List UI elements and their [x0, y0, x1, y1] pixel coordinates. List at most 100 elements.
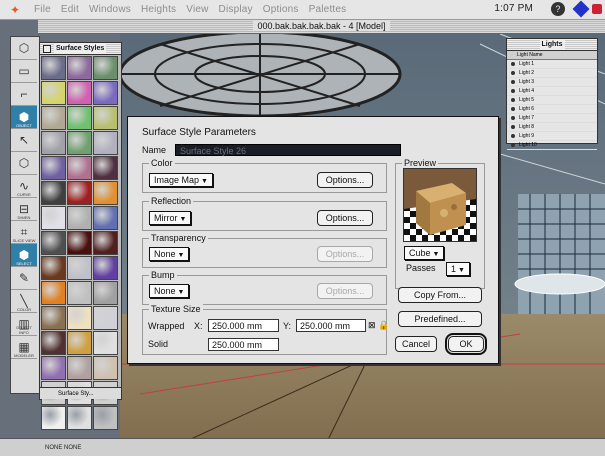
surface-swatch[interactable]: [41, 256, 66, 280]
solid-input[interactable]: 250.000 mm: [208, 338, 279, 351]
copy-from-button[interactable]: Copy From...: [398, 287, 482, 303]
reflection-options-button[interactable]: Options...: [317, 210, 373, 226]
close-box-icon[interactable]: [43, 44, 51, 53]
surface-swatch[interactable]: [41, 131, 66, 155]
surface-styles-titlebar[interactable]: Surface Styles: [40, 43, 121, 55]
surface-swatch[interactable]: [93, 56, 118, 80]
surface-swatch[interactable]: [41, 231, 66, 255]
bump-options-button[interactable]: Options...: [317, 283, 373, 299]
light-item[interactable]: Light 2: [507, 69, 597, 78]
surface-swatch[interactable]: [41, 306, 66, 330]
reflection-type-popup[interactable]: Mirror ▼: [149, 211, 192, 225]
surface-swatch[interactable]: [93, 256, 118, 280]
ok-button[interactable]: OK: [448, 336, 484, 352]
surface-swatch[interactable]: [67, 281, 92, 305]
curve-tool-icon[interactable]: ∿ CURVE: [11, 175, 37, 198]
modeler-tool-icon[interactable]: ▦ MODELER: [11, 336, 37, 359]
wrapped-y-input[interactable]: 250.000 mm: [296, 319, 366, 332]
surface-swatch[interactable]: [41, 106, 66, 130]
surface-swatch[interactable]: [41, 356, 66, 380]
surface-swatch[interactable]: [93, 331, 118, 355]
surface-swatch[interactable]: [67, 106, 92, 130]
wrapped-x-input[interactable]: 250.000 mm: [208, 319, 279, 332]
color-type-popup[interactable]: Image Map ▼: [149, 173, 213, 187]
transparency-options-button[interactable]: Options...: [317, 246, 373, 262]
surface-swatch[interactable]: [93, 156, 118, 180]
surface-swatch[interactable]: [41, 81, 66, 105]
predefined-button[interactable]: Predefined...: [398, 311, 482, 327]
surface-swatch[interactable]: [41, 281, 66, 305]
surface-swatch[interactable]: [67, 256, 92, 280]
surface-swatch[interactable]: [93, 306, 118, 330]
surface-swatch[interactable]: [41, 181, 66, 205]
help-icon[interactable]: ?: [551, 2, 565, 16]
cancel-button[interactable]: Cancel: [395, 336, 437, 352]
sphere-tool-icon[interactable]: ⬡: [11, 152, 37, 175]
transparency-type-popup[interactable]: None ▼: [149, 247, 190, 261]
surface-swatch[interactable]: [93, 181, 118, 205]
process-menu-icon[interactable]: [592, 4, 602, 14]
slice-tool-icon[interactable]: ⌗ SLICE VIEW: [11, 221, 37, 244]
surface-swatch[interactable]: [93, 106, 118, 130]
menu-display[interactable]: Display: [219, 4, 253, 15]
object-info-tool-icon[interactable]: ▥ OBJECT INFO: [11, 313, 37, 336]
cube-tool-icon[interactable]: ⬡: [11, 37, 37, 60]
surface-swatch[interactable]: [41, 156, 66, 180]
surface-swatch[interactable]: [93, 231, 118, 255]
surface-swatch[interactable]: [93, 356, 118, 380]
surface-swatch[interactable]: [67, 331, 92, 355]
light-item[interactable]: Light 5: [507, 96, 597, 105]
surface-swatch[interactable]: [67, 356, 92, 380]
menu-heights[interactable]: Heights: [141, 4, 176, 15]
rectangle-tool-icon[interactable]: ▭: [11, 60, 37, 83]
polyline-tool-icon[interactable]: ⌐: [11, 83, 37, 106]
surface-swatch[interactable]: [67, 206, 92, 230]
menu-file[interactable]: File: [34, 4, 51, 15]
color-options-button[interactable]: Options...: [317, 172, 373, 188]
surface-swatch[interactable]: [67, 406, 92, 430]
model-window-titlebar[interactable]: 000.bak.bak.bak.bak - 4 [Model]: [38, 20, 605, 34]
lights-titlebar[interactable]: Lights: [507, 39, 597, 51]
light-item[interactable]: Light 7: [507, 114, 597, 123]
name-field[interactable]: Surface Style 26: [175, 144, 401, 156]
light-item[interactable]: Light 6: [507, 105, 597, 114]
light-item[interactable]: Light 4: [507, 87, 597, 96]
passes-popup[interactable]: 1 ▼: [446, 262, 470, 276]
surface-swatch[interactable]: [41, 206, 66, 230]
color-tool-icon[interactable]: ╲ COLOR: [11, 290, 37, 313]
light-item[interactable]: Light 3: [507, 78, 597, 87]
surface-swatch[interactable]: [41, 331, 66, 355]
surface-swatch[interactable]: [67, 56, 92, 80]
surface-swatch[interactable]: [93, 206, 118, 230]
light-item[interactable]: Light 8: [507, 123, 597, 132]
bump-type-popup[interactable]: None ▼: [149, 284, 190, 298]
application-menu-icon[interactable]: [572, 0, 590, 18]
surface-swatch[interactable]: [67, 231, 92, 255]
surface-swatch[interactable]: [67, 306, 92, 330]
surface-swatch[interactable]: [67, 181, 92, 205]
surface-swatch[interactable]: [41, 56, 66, 80]
apple-menu-icon[interactable]: ✦: [10, 3, 24, 17]
light-item[interactable]: Light 9: [507, 132, 597, 141]
light-item[interactable]: Light 10: [507, 141, 597, 150]
object-tool-icon[interactable]: ⬢ OBJECT: [11, 106, 37, 129]
menu-edit[interactable]: Edit: [61, 4, 79, 15]
surface-swatch[interactable]: [67, 156, 92, 180]
link-checkbox-icon[interactable]: ⊠: [368, 320, 376, 331]
menu-palettes[interactable]: Palettes: [309, 4, 347, 15]
surface-swatch[interactable]: [93, 131, 118, 155]
preview-shape-popup[interactable]: Cube ▼: [404, 246, 445, 260]
arrow-tool-icon[interactable]: ↖: [11, 129, 37, 152]
surface-styles-footer[interactable]: Surface Sty...: [40, 387, 121, 399]
menu-options[interactable]: Options: [263, 4, 299, 15]
light-item[interactable]: Light 1: [507, 60, 597, 69]
surface-swatch[interactable]: [41, 406, 66, 430]
surface-swatch[interactable]: [67, 81, 92, 105]
surface-swatch[interactable]: [93, 281, 118, 305]
menu-view[interactable]: View: [186, 4, 208, 15]
hand-tool-icon[interactable]: ✎: [11, 267, 37, 290]
surface-swatch[interactable]: [67, 131, 92, 155]
dimension-tool-icon[interactable]: ⊟ DIMEN: [11, 198, 37, 221]
menu-windows[interactable]: Windows: [89, 4, 131, 15]
surface-swatch[interactable]: [93, 406, 118, 430]
